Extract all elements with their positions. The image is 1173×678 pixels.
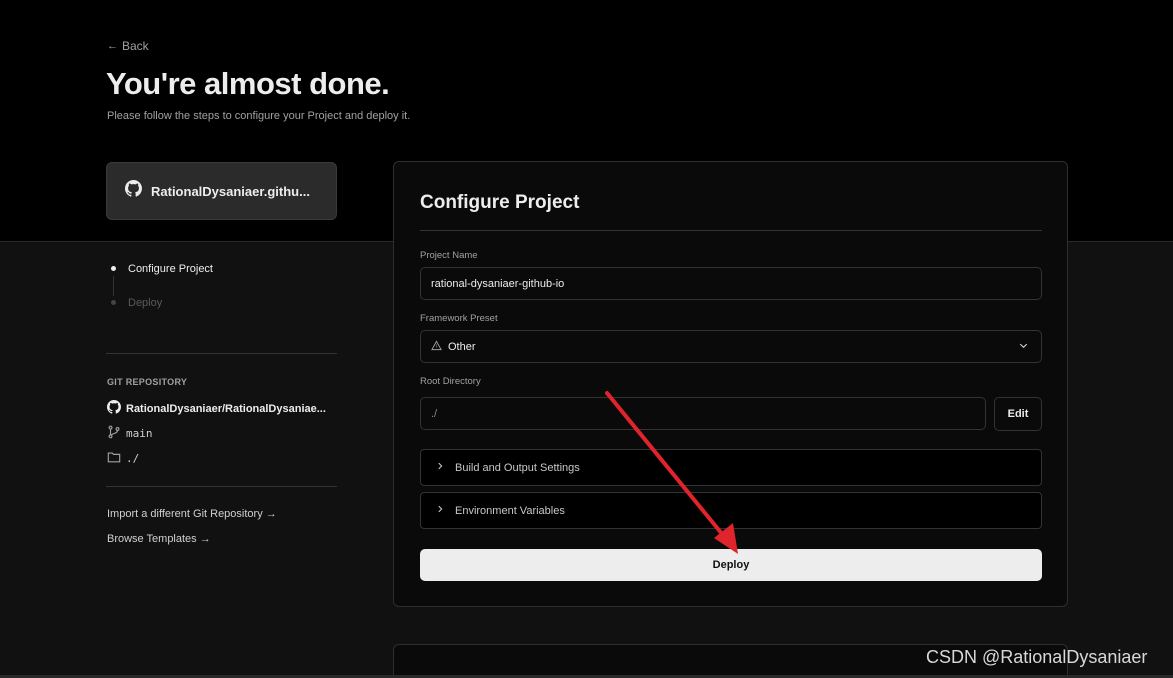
triangle-icon	[431, 339, 442, 354]
project-name-input[interactable]: rational-dysaniaer-github-io	[420, 267, 1042, 300]
git-branch-icon	[107, 425, 121, 442]
framework-preset-label: Framework Preset	[420, 313, 498, 324]
configure-project-title: Configure Project	[420, 192, 580, 213]
project-name-value: rational-dysaniaer-github-io	[431, 277, 565, 290]
chevron-right-icon	[435, 461, 445, 474]
environment-variables-accordion[interactable]: Environment Variables	[420, 492, 1042, 529]
framework-preset-select[interactable]: Other	[420, 330, 1042, 363]
step-list: Configure Project Deploy	[107, 260, 213, 328]
repo-card-label: RationalDysaniaer.githu...	[151, 183, 310, 199]
watermark: CSDN @RationalDysaniaer	[926, 647, 1148, 667]
git-directory-row: ./	[107, 450, 139, 467]
page-subtitle: Please follow the steps to configure you…	[107, 110, 411, 122]
chevron-right-icon	[435, 504, 445, 517]
card-divider	[420, 230, 1042, 231]
root-directory-label: Root Directory	[420, 376, 481, 387]
step-configure-project: Configure Project	[107, 260, 213, 277]
page-title: You're almost done.	[106, 66, 390, 101]
repo-card[interactable]: RationalDysaniaer.githu...	[106, 162, 337, 220]
configure-project-card: Configure Project Project Name rational-…	[393, 161, 1068, 607]
back-link[interactable]: ← Back	[107, 39, 149, 53]
build-output-settings-accordion[interactable]: Build and Output Settings	[420, 449, 1042, 486]
step-dot	[111, 300, 116, 305]
project-name-label: Project Name	[420, 250, 478, 261]
back-label: Back	[122, 39, 149, 53]
git-repo-row[interactable]: RationalDysaniaer/RationalDysaniae...	[107, 400, 331, 417]
sidebar-divider	[106, 353, 337, 354]
accordion-label: Environment Variables	[455, 504, 565, 517]
git-repo-name: RationalDysaniaer/RationalDysaniae...	[126, 402, 326, 415]
step-label: Deploy	[128, 296, 163, 309]
root-directory-input[interactable]: ./	[420, 397, 986, 430]
github-icon	[107, 400, 121, 417]
arrow-left-icon: ←	[107, 40, 118, 52]
framework-preset-value: Other	[448, 340, 476, 353]
git-directory-path: ./	[126, 452, 140, 465]
step-dot	[111, 266, 116, 271]
folder-icon	[107, 450, 121, 467]
root-directory-value: ./	[431, 407, 438, 420]
accordion-label: Build and Output Settings	[455, 461, 580, 474]
git-repository-heading: GIT REPOSITORY	[107, 377, 188, 387]
git-branch-name: main	[126, 427, 153, 440]
sidebar-divider	[106, 486, 337, 487]
import-repo-link[interactable]: Import a different Git Repository →	[107, 508, 277, 520]
step-label: Configure Project	[128, 262, 213, 275]
github-icon	[125, 180, 142, 202]
edit-root-directory-button[interactable]: Edit	[994, 397, 1042, 431]
git-branch-row: main	[107, 425, 153, 442]
step-deploy: Deploy	[107, 294, 213, 311]
chevron-down-icon	[1018, 340, 1029, 354]
browse-templates-link[interactable]: Browse Templates →	[107, 533, 211, 545]
deploy-button[interactable]: Deploy	[420, 549, 1042, 581]
